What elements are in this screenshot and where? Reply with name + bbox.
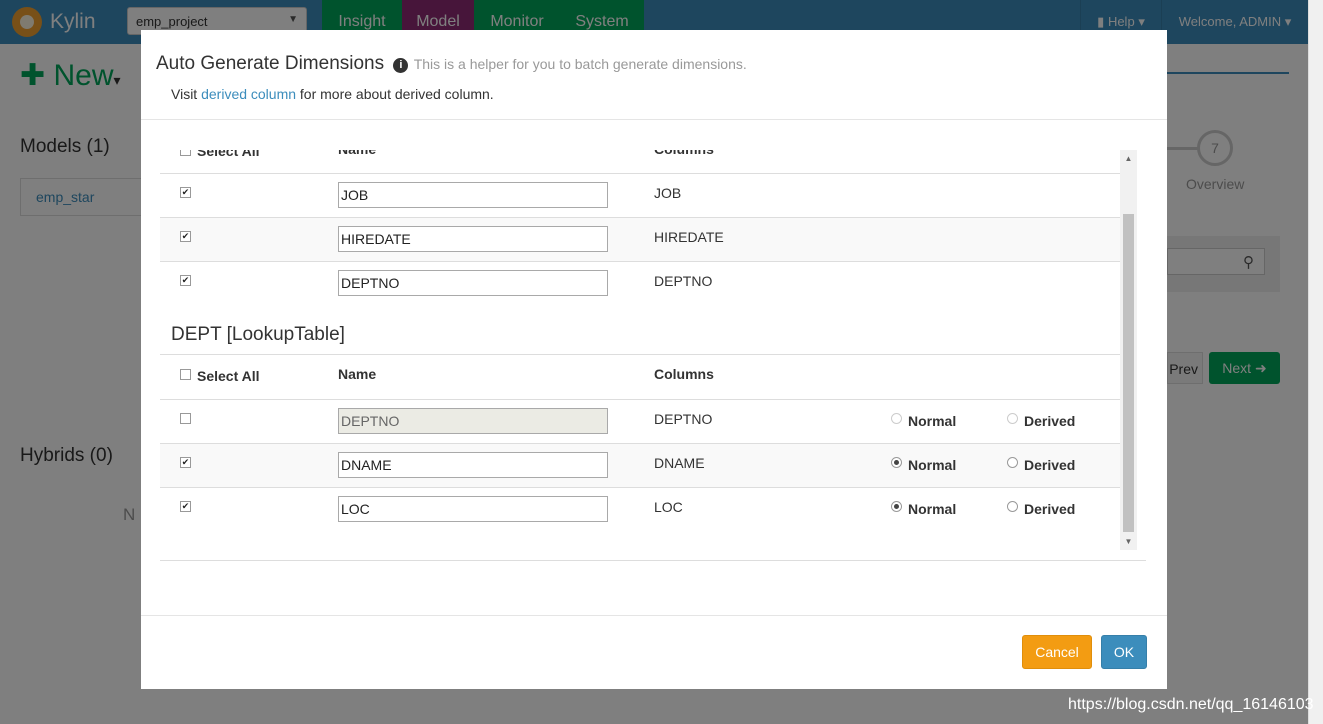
info-icon: i <box>393 58 409 73</box>
column-name: JOB <box>654 185 682 201</box>
modal-header: Auto Generate Dimensions i This is a hel… <box>156 53 747 75</box>
ok-button[interactable]: OK <box>1101 635 1147 669</box>
columns-header: Columns <box>654 150 714 157</box>
watermark-url: https://blog.csdn.net/qq_16146103 <box>1068 696 1314 713</box>
row-checkbox[interactable]: ✔ <box>180 231 191 242</box>
normal-label: Normal <box>908 413 957 429</box>
normal-label: Normal <box>908 501 957 517</box>
normal-radio[interactable] <box>891 501 902 512</box>
footer-divider <box>141 615 1167 616</box>
scroll-area-border <box>160 560 1146 561</box>
normal-label: Normal <box>908 457 957 473</box>
scrollbar-thumb[interactable] <box>1123 214 1134 532</box>
dimension-name-input[interactable]: DEPTNO <box>338 270 608 296</box>
column-name: HIREDATE <box>654 229 724 245</box>
hint-prefix: Visit <box>171 86 198 102</box>
select-all-label: Select All <box>197 150 260 159</box>
dimension-name-input[interactable]: DNAME <box>338 452 608 478</box>
row-checkbox[interactable] <box>180 413 191 424</box>
table-row: ✔ DNAME DNAME Normal Derived <box>160 443 1120 487</box>
scroll-down-icon[interactable]: ▼ <box>1120 533 1137 550</box>
name-header: Name <box>338 366 377 382</box>
name-header: Name <box>338 150 376 157</box>
dimension-name-input[interactable]: HIREDATE <box>338 226 608 252</box>
window-scrollbar[interactable] <box>1308 0 1323 724</box>
select-all-checkbox[interactable] <box>180 150 191 156</box>
row-checkbox[interactable]: ✔ <box>180 501 191 512</box>
dimensions-scroll-area[interactable]: Select All Name Columns ✔ JOB JOB ✔ HIRE… <box>160 150 1137 550</box>
row-checkbox[interactable]: ✔ <box>180 275 191 286</box>
scroll-up-icon[interactable]: ▲ <box>1120 150 1137 167</box>
derived-label: Derived <box>1024 457 1076 473</box>
derived-label: Derived <box>1024 501 1076 517</box>
header-divider <box>141 119 1167 120</box>
normal-radio[interactable] <box>891 457 902 468</box>
modal-subtitle: This is a helper for you to batch genera… <box>413 56 747 72</box>
column-name: DEPTNO <box>654 273 713 289</box>
column-name: DEPTNO <box>654 411 713 427</box>
dimension-name-input[interactable]: LOC <box>338 496 608 522</box>
hint-suffix: for more about derived column. <box>299 86 494 102</box>
derived-column-hint: Visit derived column for more about deri… <box>171 86 494 102</box>
dimension-name-input: DEPTNO <box>338 408 608 434</box>
table-row: DEPTNO DEPTNO Normal Derived <box>160 399 1120 443</box>
auto-generate-dimensions-modal: Auto Generate Dimensions i This is a hel… <box>141 30 1167 689</box>
column-name: LOC <box>654 499 683 515</box>
column-name: DNAME <box>654 455 705 471</box>
row-checkbox[interactable]: ✔ <box>180 187 191 198</box>
cancel-button[interactable]: Cancel <box>1022 635 1092 669</box>
table-header-row: Select All Name Columns <box>160 354 1120 399</box>
derived-radio[interactable] <box>1007 457 1018 468</box>
lookup-table-title: DEPT [LookupTable] <box>171 324 345 345</box>
table-row: ✔ DEPTNO DEPTNO <box>160 261 1120 305</box>
select-all-checkbox[interactable] <box>180 369 191 380</box>
normal-radio <box>891 413 902 424</box>
dimension-name-input[interactable]: JOB <box>338 182 608 208</box>
row-checkbox[interactable]: ✔ <box>180 457 191 468</box>
columns-header: Columns <box>654 366 714 382</box>
derived-radio[interactable] <box>1007 501 1018 512</box>
select-all-label: Select All <box>197 368 260 384</box>
modal-title: Auto Generate Dimensions <box>156 53 385 74</box>
table-row: ✔ LOC LOC Normal Derived <box>160 487 1120 531</box>
derived-column-link[interactable]: derived column <box>201 86 296 102</box>
table-row: ✔ HIREDATE HIREDATE <box>160 217 1120 261</box>
table-row: ✔ JOB JOB <box>160 173 1120 217</box>
derived-radio <box>1007 413 1018 424</box>
derived-label: Derived <box>1024 413 1076 429</box>
